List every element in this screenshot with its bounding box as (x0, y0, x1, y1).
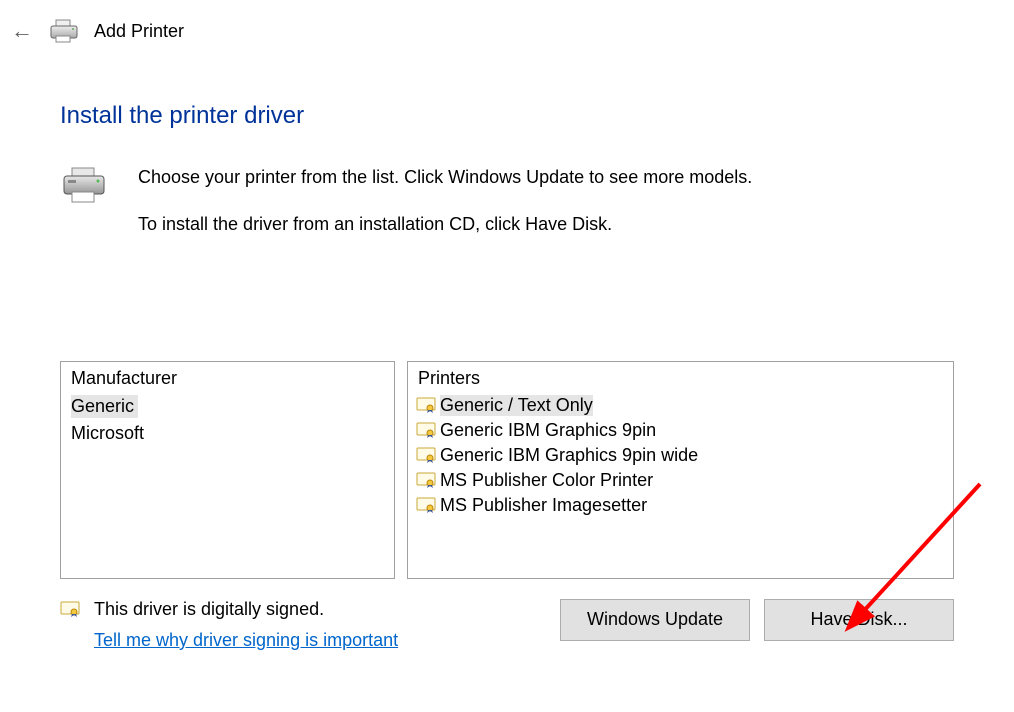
certificate-icon (60, 601, 80, 617)
have-disk-button[interactable]: Have Disk... (764, 599, 954, 641)
printers-header: Printers (408, 362, 953, 393)
manufacturer-item[interactable]: Microsoft (61, 420, 394, 447)
signing-status-text: This driver is digitally signed. (94, 599, 324, 620)
printer-item-label: MS Publisher Color Printer (440, 470, 653, 491)
wizard-title: Add Printer (94, 21, 184, 42)
instruction-line-2: To install the driver from an installati… (138, 213, 752, 236)
manufacturer-header: Manufacturer (61, 362, 394, 393)
certificate-icon (416, 397, 436, 413)
certificate-icon (416, 497, 436, 513)
instruction-line-1: Choose your printer from the list. Click… (138, 166, 752, 189)
windows-update-button[interactable]: Windows Update (560, 599, 750, 641)
printer-large-icon (60, 166, 108, 206)
instruction-block: Choose your printer from the list. Click… (60, 166, 954, 261)
page-heading: Install the printer driver (60, 102, 954, 130)
manufacturer-item-label: Microsoft (71, 422, 148, 445)
manufacturer-panel: Manufacturer Generic Microsoft (60, 361, 395, 579)
wizard-header: ← Add Printer (0, 0, 1014, 44)
printer-item[interactable]: Generic / Text Only (408, 393, 953, 418)
certificate-icon (416, 422, 436, 438)
printers-panel: Printers Generic / Text Only Generic IBM … (407, 361, 954, 579)
printer-item-label: MS Publisher Imagesetter (440, 495, 647, 516)
printer-item[interactable]: MS Publisher Color Printer (408, 468, 953, 493)
signing-help-link[interactable]: Tell me why driver signing is important (94, 630, 398, 651)
printer-item[interactable]: Generic IBM Graphics 9pin (408, 418, 953, 443)
printer-header-icon (48, 18, 80, 44)
printer-item[interactable]: Generic IBM Graphics 9pin wide (408, 443, 953, 468)
printer-item-label: Generic IBM Graphics 9pin (440, 420, 656, 441)
manufacturer-item[interactable]: Generic (61, 393, 394, 420)
printer-item[interactable]: MS Publisher Imagesetter (408, 493, 953, 518)
certificate-icon (416, 447, 436, 463)
printer-item-label: Generic IBM Graphics 9pin wide (440, 445, 698, 466)
printer-item-label: Generic / Text Only (440, 395, 593, 416)
manufacturer-item-label: Generic (71, 395, 138, 418)
certificate-icon (416, 472, 436, 488)
back-arrow-icon[interactable]: ← (10, 20, 34, 42)
